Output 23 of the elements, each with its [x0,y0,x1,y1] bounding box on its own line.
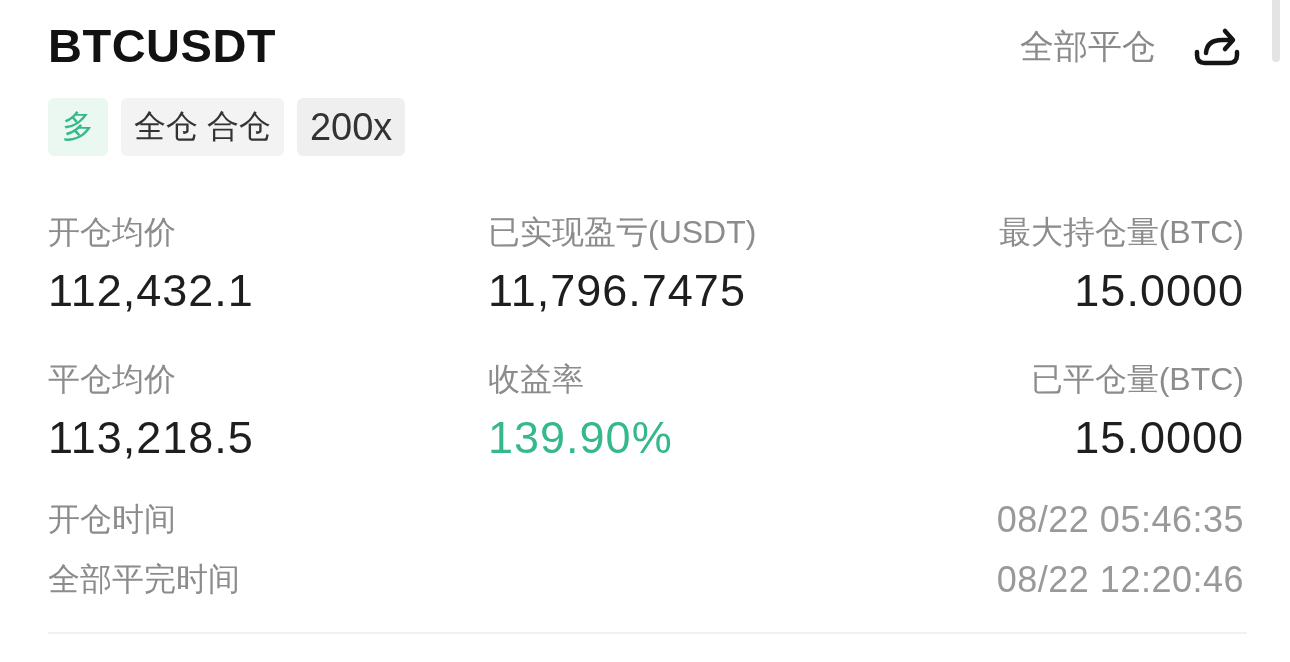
stat-value: 15.0000 [1074,265,1244,317]
symbol-title: BTCUSDT [48,18,277,74]
time-label: 开仓时间 [48,500,176,539]
close-all-button[interactable]: 全部平仓 [1020,24,1156,68]
tag: 多 [48,98,108,156]
stat-value: 11,796.7475 [488,265,746,317]
time-value: 08/22 05:46:35 [996,499,1244,541]
scrollbar-thumb[interactable] [1272,0,1280,62]
stat-value: 113,218.5 [48,412,254,464]
stat-value: 112,432.1 [48,265,254,317]
share-icon[interactable] [1194,26,1240,66]
stat-label: 最大持仓量(BTC) [998,213,1244,252]
stat-label: 开仓均价 [48,213,176,252]
stat-value: 139.90% [488,412,673,464]
stat-value: 15.0000 [1074,412,1244,464]
time-value: 08/22 12:20:46 [996,559,1244,601]
time-label: 全部平完时间 [48,560,240,599]
stat-label: 已平仓量(BTC) [1030,360,1244,399]
stat-label: 收益率 [488,360,584,399]
tag: 全仓 合仓 [121,98,284,156]
tag: 200x [296,98,406,156]
stat-label: 平仓均价 [48,360,176,399]
stat-label: 已实现盈亏(USDT) [488,213,757,252]
